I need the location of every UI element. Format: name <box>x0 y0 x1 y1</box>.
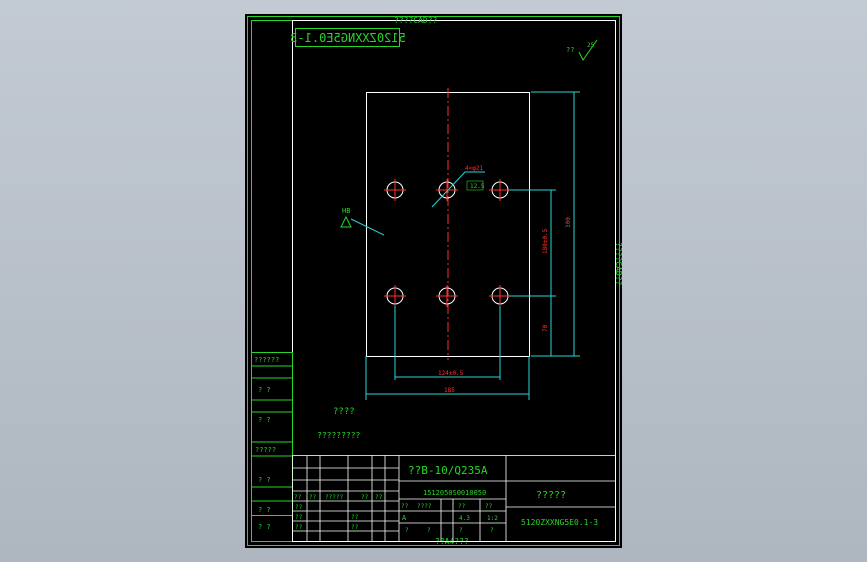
tb-left-r3-c2: ?? <box>351 524 359 531</box>
hole-r2-c1 <box>384 285 406 307</box>
hardness-triangle-icon <box>340 215 352 228</box>
hardness-mark-label: HB <box>342 207 350 215</box>
tb-right-r0-c3: ?? <box>485 503 493 510</box>
left-table-cell-5: ? ? <box>258 506 271 514</box>
hole-r2-c3 <box>489 285 511 307</box>
left-table-cell-3: ????? <box>255 446 276 454</box>
hole-depth-label: 12.5 <box>470 183 485 190</box>
dim-height-inner-label: 180±0.5 <box>542 228 549 254</box>
drawing-sheet: ????CAD?? ??A4??? ????CAD?? 5120ZXXNG5E0… <box>245 14 622 548</box>
tb-left-r2-c2: ?? <box>351 514 359 521</box>
notes-title: ???? <box>333 407 355 417</box>
tb-left-r0-c1: ?? <box>309 494 317 501</box>
left-table-cell-4: ? ? <box>258 476 271 484</box>
title-material: ??B-10/Q235A <box>408 464 488 477</box>
roughness-label: ?? <box>566 46 574 54</box>
tb-left-r0-c0: ?? <box>294 494 302 501</box>
tb-right-r2-c2: ? <box>459 527 463 534</box>
dim-width-outer-label: 185 <box>444 387 455 394</box>
hole-r2-c2 <box>436 285 458 307</box>
left-table-cell-0: ?????? <box>254 356 279 364</box>
tb-right-r0-c2: ?? <box>458 503 466 510</box>
tb-right-r2-c1: ? <box>427 527 431 534</box>
tb-right-r2-c0: ? <box>405 527 409 534</box>
left-table-cell-6: ? ? <box>258 523 271 531</box>
hole-r1-c1 <box>384 179 406 201</box>
tb-right-r1-c0: A <box>402 514 407 522</box>
notes-body: ????????? <box>317 431 361 440</box>
tb-right-r1-c2: 4.3 <box>459 515 470 522</box>
hole-spec-label: 4×φ21 <box>465 165 483 172</box>
tb-left-r2-c0: ?? <box>295 514 303 521</box>
dim-width-inner-label: 124±0.5 <box>438 370 464 377</box>
mirrored-drawing-code: 5120ZXXNG5E0.1-3 <box>290 31 406 45</box>
hardness-leader-line <box>350 218 385 236</box>
dim-height-total-label: 300 <box>565 217 572 228</box>
sheet-side-text: ????CAD?? <box>614 242 622 286</box>
tb-left-r0-c2: ????? <box>325 494 343 501</box>
title-part-code: 1512050S0010050 <box>423 489 486 497</box>
dim-height-bottom-label: 70 <box>542 324 549 332</box>
tb-left-r0-c4: ?? <box>375 494 383 501</box>
tb-right-r2-c3: ? <box>490 527 494 534</box>
tb-left-r1-c0: ?? <box>295 504 303 511</box>
title-part-name: ????? <box>536 490 566 501</box>
hole-r1-c3 <box>489 179 511 201</box>
title-drawing-no: 5120ZXXNG5E0.1-3 <box>521 518 598 527</box>
sheet-header-text: ????CAD?? <box>394 16 438 25</box>
cad-drawing-canvas: ????CAD?? ??A4??? ????CAD?? 5120ZXXNG5E0… <box>247 16 622 546</box>
tb-right-r0-c1: ???? <box>417 503 432 510</box>
tb-left-r3-c0: ?? <box>295 524 303 531</box>
left-revision-table <box>251 352 293 516</box>
tb-right-r1-c3: 1:2 <box>487 515 498 522</box>
left-table-cell-1: ? ? <box>258 386 271 394</box>
tb-left-r0-c3: ?? <box>361 494 369 501</box>
tb-right-r0-c0: ?? <box>401 503 409 510</box>
left-table-cell-2: ? ? <box>258 416 271 424</box>
